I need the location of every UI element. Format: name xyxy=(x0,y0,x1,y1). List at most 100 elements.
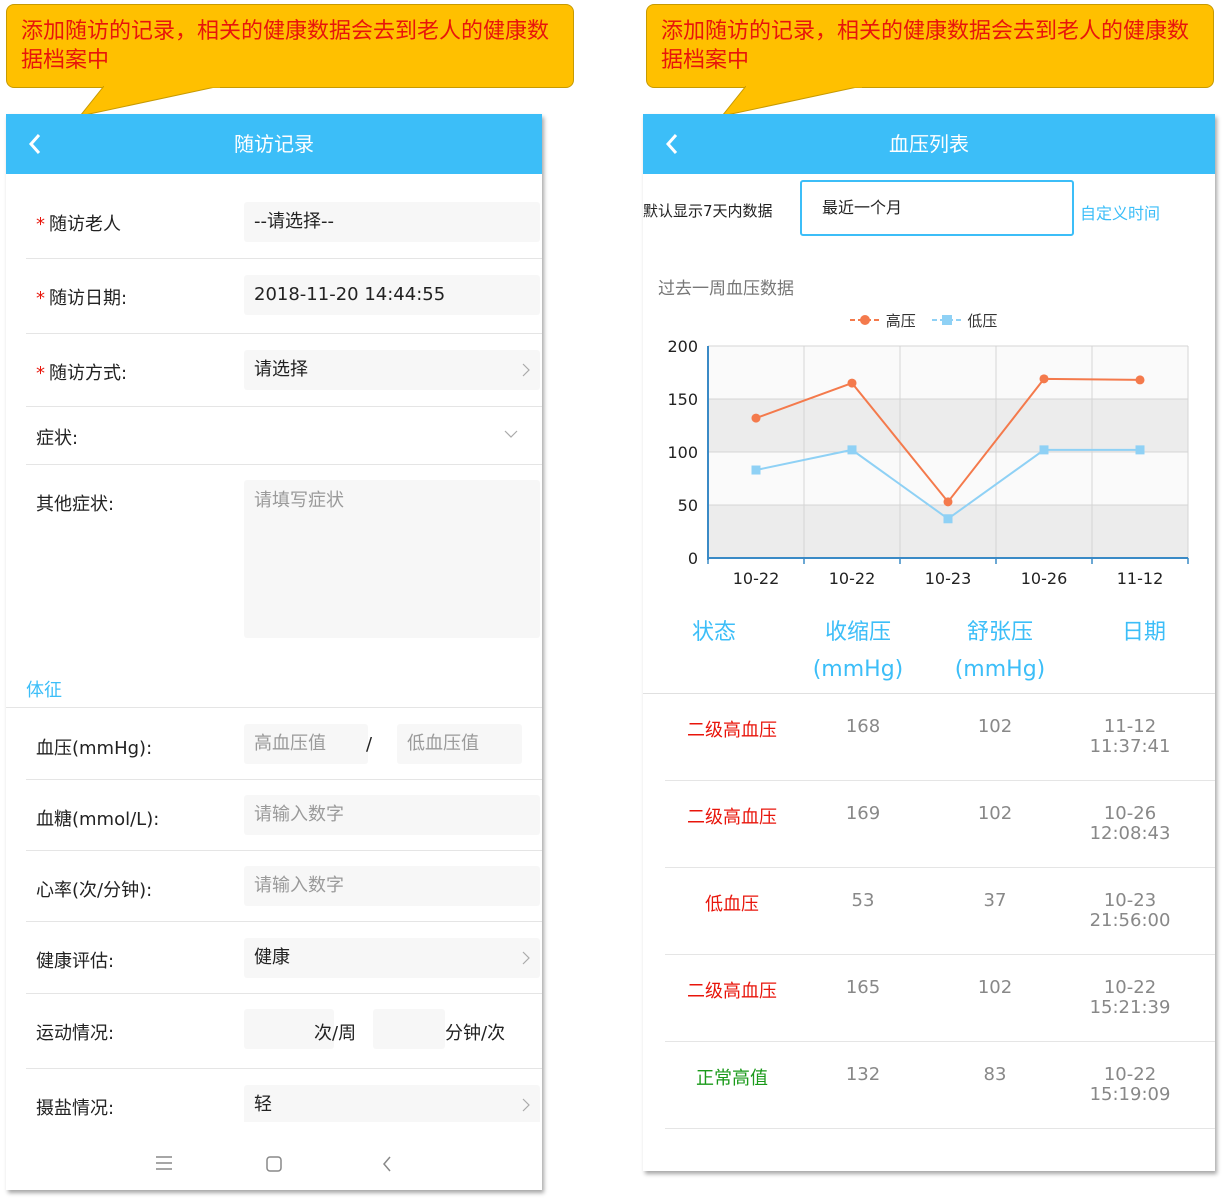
home-icon[interactable] xyxy=(266,1156,282,1172)
data-point-high xyxy=(847,378,857,388)
date-cell: 10-22 xyxy=(1103,977,1157,998)
chart-legend: 高压 低压 xyxy=(849,310,997,331)
select-value: 请选择 xyxy=(254,359,308,380)
time-cell: 11:37:41 xyxy=(1089,736,1171,757)
time-cell: 15:21:39 xyxy=(1089,997,1171,1018)
table-row[interactable]: 低血压 53 37 10-23 21:56:00 xyxy=(665,868,1215,955)
data-point-low xyxy=(943,514,953,524)
field-label: 摄盐情况: xyxy=(36,1098,115,1119)
status-cell: 二级高血压 xyxy=(687,807,777,828)
col-header-diastolic: 舒张压 xyxy=(966,620,1033,645)
elder-select[interactable]: --请选择-- xyxy=(244,202,540,242)
field-label: * 随访日期: xyxy=(36,288,128,309)
system-nav-bar xyxy=(6,1122,542,1190)
x-tick-label: 11-12 xyxy=(1117,569,1164,588)
field-label: 健康评估: xyxy=(36,951,115,972)
chevron-right-icon xyxy=(522,363,530,377)
custom-time-link[interactable]: 自定义时间 xyxy=(1080,200,1160,224)
form-row-symptom[interactable]: 症状: xyxy=(26,406,542,465)
back-nav-icon[interactable] xyxy=(382,1156,392,1172)
chevron-down-icon xyxy=(504,430,518,438)
salt-intake-select[interactable]: 轻 xyxy=(244,1085,540,1125)
field-label: 运动情况: xyxy=(36,1023,115,1044)
field-label: 其他症状: xyxy=(36,494,115,515)
status-cell: 二级高血压 xyxy=(687,720,777,741)
form-row-health-assessment: 健康评估: 健康 xyxy=(26,921,542,994)
menu-icon[interactable] xyxy=(156,1156,172,1170)
systolic-cell: 168 xyxy=(845,716,881,737)
status-cell: 低血压 xyxy=(705,894,759,915)
form-row-blood-sugar: 血糖(mmol/L): 请输入数字 xyxy=(26,779,542,851)
table-row[interactable]: 正常高值 132 83 10-22 15:19:09 xyxy=(665,1042,1215,1129)
data-point-low xyxy=(1039,445,1049,455)
form-row-method: * 随访方式: 请选择 xyxy=(26,333,542,407)
callout-text: 添加随访的记录，相关的健康数据会去到老人的健康数据档案中 xyxy=(661,19,1190,73)
back-button[interactable] xyxy=(665,114,685,174)
diastolic-cell: 102 xyxy=(977,977,1013,998)
diastolic-cell: 102 xyxy=(977,716,1013,737)
date-cell: 11-12 xyxy=(1103,716,1157,737)
field-label: 血压(mmHg): xyxy=(36,738,153,759)
exercise-minutes-input[interactable] xyxy=(373,1009,445,1049)
callout-text: 添加随访的记录，相关的健康数据会去到老人的健康数据档案中 xyxy=(21,19,550,73)
other-symptom-textarea[interactable]: 请填写症状 xyxy=(244,480,540,638)
data-point-high xyxy=(751,413,761,423)
date-cell: 10-22 xyxy=(1103,1064,1157,1085)
diastolic-cell: 102 xyxy=(977,803,1013,824)
app-header: 随访记录 xyxy=(6,114,542,174)
x-tick-label: 10-26 xyxy=(1021,569,1068,588)
heart-rate-input[interactable]: 请输入数字 xyxy=(244,866,540,906)
chevron-right-icon xyxy=(522,951,530,965)
date-cell: 10-26 xyxy=(1103,803,1157,824)
y-tick-label: 200 xyxy=(667,337,698,356)
field-label: 血糖(mmol/L): xyxy=(36,809,160,830)
exercise-unit-minutes: 分钟/次 xyxy=(445,1023,506,1044)
date-range-select[interactable]: 最近一个月 xyxy=(800,180,1074,236)
select-value: 健康 xyxy=(254,947,290,968)
y-tick-label: 150 xyxy=(667,390,698,409)
bp-high-input[interactable]: 高血压值 xyxy=(244,724,368,764)
bp-low-input[interactable]: 低血压值 xyxy=(397,724,522,764)
callout-note-left: 添加随访的记录，相关的健康数据会去到老人的健康数据档案中 xyxy=(6,4,574,88)
method-select[interactable]: 请选择 xyxy=(244,350,540,390)
legend-label-low: 低压 xyxy=(967,312,998,330)
back-button[interactable] xyxy=(28,114,48,174)
filter-hint: 默认显示7天内数据 xyxy=(643,202,773,220)
field-label: * 随访方式: xyxy=(36,363,128,384)
col-header-systolic: 收缩压 xyxy=(824,620,891,645)
data-point-high xyxy=(1039,374,1049,384)
y-tick-label: 100 xyxy=(667,443,698,462)
form-row-blood-pressure: 血压(mmHg): 高血压值 / 低血压值 xyxy=(26,708,542,780)
systolic-cell: 132 xyxy=(845,1064,881,1085)
bp-line-chart: 0 50 100 150 200 10-22 10-22 10-23 10-26 11-12 xyxy=(667,337,1189,588)
chart-title: 过去一周血压数据 xyxy=(658,279,794,299)
form-row-salt: 摄盐情况: 轻 xyxy=(26,1068,542,1128)
field-label: 心率(次/分钟): xyxy=(36,880,153,901)
app-header: 血压列表 xyxy=(643,114,1215,174)
table-row[interactable]: 二级高血压 165 102 10-22 15:21:39 xyxy=(665,955,1215,1042)
form-row-other-symptom: 其他症状: 请填写症状 xyxy=(26,464,542,644)
table-row[interactable]: 二级高血压 169 102 10-26 12:08:43 xyxy=(665,781,1215,868)
table-row[interactable]: 二级高血压 168 102 11-12 11:37:41 xyxy=(665,694,1215,781)
callout-tail-left xyxy=(80,86,220,116)
placeholder-text: 请填写症状 xyxy=(254,490,344,511)
chevron-left-icon xyxy=(28,134,41,154)
form-row-elder: * 随访老人 --请选择-- xyxy=(26,174,542,259)
health-assessment-select[interactable]: 健康 xyxy=(244,938,540,978)
form-row-heart-rate: 心率(次/分钟): 请输入数字 xyxy=(26,850,542,922)
page-title: 随访记录 xyxy=(234,132,314,156)
time-cell: 12:08:43 xyxy=(1089,823,1171,844)
exercise-unit-times: 次/周 xyxy=(314,1023,357,1044)
field-label: 症状: xyxy=(36,428,79,449)
legend-label-high: 高压 xyxy=(885,312,916,330)
callout-tail-right xyxy=(722,86,862,116)
time-cell: 21:56:00 xyxy=(1089,910,1171,931)
col-header-status: 状态 xyxy=(691,620,736,645)
y-tick-label: 0 xyxy=(688,549,698,568)
diastolic-cell: 83 xyxy=(983,1064,1007,1085)
legend-marker-low xyxy=(931,315,962,325)
x-tick-label: 10-22 xyxy=(733,569,780,588)
blood-sugar-input[interactable]: 请输入数字 xyxy=(244,795,540,835)
date-field[interactable]: 2018-11-20 14:44:55 xyxy=(244,275,540,315)
follow-up-record-screen: 随访记录 * 随访老人 --请选择-- * 随访日期: 2018-11-20 14:… xyxy=(6,114,542,1190)
